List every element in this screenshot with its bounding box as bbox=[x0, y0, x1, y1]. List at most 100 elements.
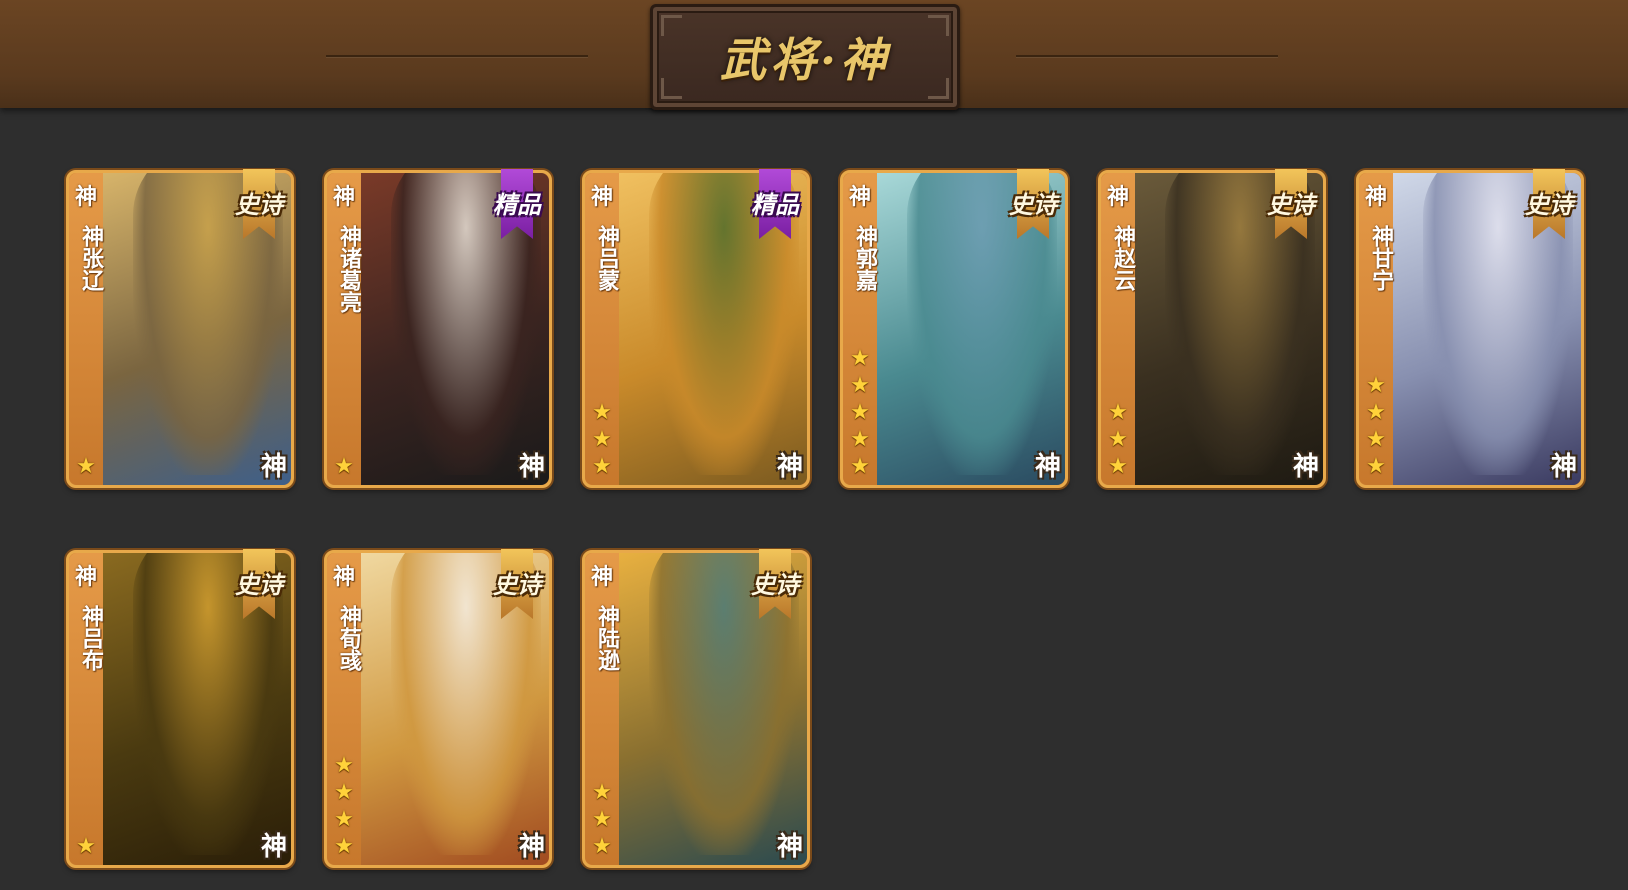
tier-label: 神 bbox=[590, 185, 613, 210]
general-card[interactable]: 神神赵云 ★ ★ ★ 神史诗 bbox=[1098, 169, 1326, 488]
general-card[interactable]: 神神甘宁 ★ ★ ★ ★ 神史诗 bbox=[1356, 169, 1584, 488]
star-icon: ★ bbox=[334, 780, 354, 805]
star-rating: ★ bbox=[74, 834, 98, 859]
header-divider-left bbox=[326, 55, 588, 57]
star-icon: ★ bbox=[1108, 427, 1128, 452]
star-icon: ★ bbox=[850, 373, 870, 398]
general-card[interactable]: 神神诸葛亮 ★ 神精品 bbox=[324, 169, 552, 488]
general-card[interactable]: 神神吕蒙 ★ ★ ★ 神精品 bbox=[582, 169, 810, 488]
card-sidebar bbox=[69, 553, 103, 865]
rarity-label: 史诗 bbox=[1525, 190, 1573, 219]
star-rating: ★ ★ ★ bbox=[590, 400, 614, 479]
star-icon: ★ bbox=[334, 834, 354, 859]
star-rating: ★ ★ ★ ★ ★ bbox=[848, 346, 872, 479]
general-name: 神吕蒙 bbox=[594, 225, 619, 291]
star-icon: ★ bbox=[850, 346, 870, 371]
star-icon: ★ bbox=[592, 400, 612, 425]
general-card[interactable]: 神神荀彧 ★ ★ ★ ★ 神史诗 bbox=[324, 549, 552, 868]
card-sidebar bbox=[69, 173, 103, 485]
god-badge: 神 bbox=[776, 832, 803, 862]
star-icon: ★ bbox=[592, 807, 612, 832]
god-badge: 神 bbox=[1550, 452, 1577, 482]
rarity-ribbon: 精品 bbox=[487, 169, 547, 241]
tier-label: 神 bbox=[74, 565, 97, 590]
title-plaque: 武将·神 bbox=[650, 4, 960, 110]
tier-label: 神 bbox=[590, 565, 613, 590]
general-name: 神诸葛亮 bbox=[336, 225, 361, 313]
rarity-ribbon: 史诗 bbox=[745, 549, 805, 621]
general-card[interactable]: 神神郭嘉 ★ ★ ★ ★ ★ 神史诗 bbox=[840, 169, 1068, 488]
rarity-ribbon: 史诗 bbox=[229, 169, 289, 241]
tier-label: 神 bbox=[1106, 185, 1129, 210]
star-rating: ★ ★ ★ ★ bbox=[1364, 373, 1388, 479]
star-icon: ★ bbox=[850, 454, 870, 479]
star-rating: ★ bbox=[74, 454, 98, 479]
tier-label: 神 bbox=[332, 185, 355, 210]
rarity-ribbon: 史诗 bbox=[1519, 169, 1579, 241]
star-icon: ★ bbox=[334, 454, 354, 479]
general-name: 神赵云 bbox=[1110, 225, 1135, 291]
rarity-label: 史诗 bbox=[751, 570, 799, 599]
rarity-label: 精品 bbox=[751, 190, 799, 219]
god-badge: 神 bbox=[518, 452, 545, 482]
card-sidebar bbox=[327, 173, 361, 485]
star-rating: ★ ★ ★ bbox=[590, 780, 614, 859]
star-icon: ★ bbox=[592, 834, 612, 859]
general-name: 神荀彧 bbox=[336, 605, 361, 671]
plaque-corner bbox=[661, 15, 682, 36]
star-icon: ★ bbox=[850, 427, 870, 452]
god-badge: 神 bbox=[1292, 452, 1319, 482]
rarity-ribbon: 史诗 bbox=[1261, 169, 1321, 241]
god-badge: 神 bbox=[776, 452, 803, 482]
star-rating: ★ ★ ★ bbox=[1106, 400, 1130, 479]
star-icon: ★ bbox=[1366, 400, 1386, 425]
plaque-corner bbox=[928, 78, 949, 99]
general-card[interactable]: 神神陆逊 ★ ★ ★ 神史诗 bbox=[582, 549, 810, 868]
rarity-label: 史诗 bbox=[235, 190, 283, 219]
tier-label: 神 bbox=[848, 185, 871, 210]
general-name: 神甘宁 bbox=[1368, 225, 1393, 291]
star-icon: ★ bbox=[1366, 427, 1386, 452]
general-card[interactable]: 神神吕布 ★ 神史诗 bbox=[66, 549, 294, 868]
star-icon: ★ bbox=[334, 807, 354, 832]
header-bar: 武将·神 bbox=[0, 0, 1628, 110]
star-icon: ★ bbox=[76, 454, 96, 479]
general-name: 神张辽 bbox=[78, 225, 103, 291]
star-icon: ★ bbox=[592, 427, 612, 452]
star-icon: ★ bbox=[1366, 454, 1386, 479]
rarity-label: 史诗 bbox=[1009, 190, 1057, 219]
star-rating: ★ bbox=[332, 454, 356, 479]
plaque-corner bbox=[928, 15, 949, 36]
plaque-corner bbox=[661, 78, 682, 99]
star-icon: ★ bbox=[76, 834, 96, 859]
rarity-label: 史诗 bbox=[1267, 190, 1315, 219]
rarity-label: 史诗 bbox=[493, 570, 541, 599]
star-icon: ★ bbox=[1366, 373, 1386, 398]
star-icon: ★ bbox=[1108, 454, 1128, 479]
general-card[interactable]: 神神张辽 ★ 神史诗 bbox=[66, 169, 294, 488]
tier-label: 神 bbox=[332, 565, 355, 590]
star-rating: ★ ★ ★ ★ bbox=[332, 753, 356, 859]
rarity-label: 史诗 bbox=[235, 570, 283, 599]
general-name: 神陆逊 bbox=[594, 605, 619, 671]
star-icon: ★ bbox=[850, 400, 870, 425]
star-icon: ★ bbox=[1108, 400, 1128, 425]
god-badge: 神 bbox=[1034, 452, 1061, 482]
rarity-ribbon: 精品 bbox=[745, 169, 805, 241]
rarity-ribbon: 史诗 bbox=[487, 549, 547, 621]
rarity-ribbon: 史诗 bbox=[1003, 169, 1063, 241]
star-icon: ★ bbox=[592, 454, 612, 479]
god-badge: 神 bbox=[518, 832, 545, 862]
tier-label: 神 bbox=[74, 185, 97, 210]
god-badge: 神 bbox=[260, 452, 287, 482]
star-icon: ★ bbox=[592, 780, 612, 805]
page-title: 武将·神 bbox=[719, 33, 890, 87]
god-badge: 神 bbox=[260, 832, 287, 862]
star-icon: ★ bbox=[334, 753, 354, 778]
rarity-label: 精品 bbox=[493, 190, 541, 219]
general-name: 神郭嘉 bbox=[852, 225, 877, 291]
tier-label: 神 bbox=[1364, 185, 1387, 210]
rarity-ribbon: 史诗 bbox=[229, 549, 289, 621]
general-name: 神吕布 bbox=[78, 605, 103, 671]
header-divider-right bbox=[1016, 55, 1278, 57]
